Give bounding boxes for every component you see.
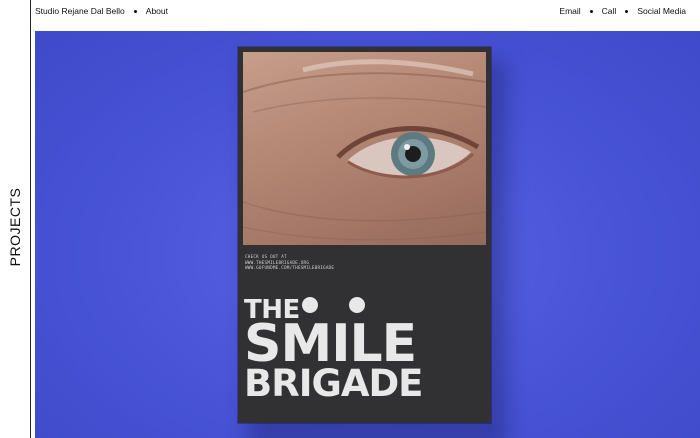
- separator-dot: [589, 9, 593, 13]
- projects-link[interactable]: PROJECTS: [7, 188, 23, 267]
- eye-illustration: [243, 59, 486, 241]
- nav-left: Studio Rejane Dal Bello About: [31, 6, 168, 16]
- project-hero-image[interactable]: CHECK US OUT AT WWW.THESMILEBRIGADE.ORG …: [35, 31, 700, 438]
- about-link[interactable]: About: [146, 6, 168, 16]
- nav-right: Email Call Social Media: [559, 6, 700, 16]
- studio-home-link[interactable]: Studio Rejane Dal Bello: [35, 6, 125, 16]
- separator-dot: [625, 9, 629, 13]
- poster-title: THE SMILE BRIGADE: [244, 297, 488, 405]
- smile-eye-dot-left: [302, 297, 318, 313]
- call-link[interactable]: Call: [602, 6, 617, 16]
- top-nav: Studio Rejane Dal Bello About Email Call…: [31, 0, 700, 22]
- smile-eye-dot-right: [349, 297, 365, 313]
- poster: CHECK US OUT AT WWW.THESMILEBRIGADE.ORG …: [238, 47, 491, 423]
- left-rail: PROJECTS: [0, 0, 31, 438]
- eye-photo: [243, 52, 486, 245]
- title-smile: SMILE: [244, 314, 417, 374]
- credit-line: WWW.GOFUNDME.COM/THESMILEBRIGADE: [245, 266, 335, 272]
- title-brigade: BRIGADE: [244, 362, 423, 405]
- separator-dot: [133, 9, 137, 13]
- email-link[interactable]: Email: [559, 6, 580, 16]
- social-media-link[interactable]: Social Media: [637, 6, 686, 16]
- poster-credits: CHECK US OUT AT WWW.THESMILEBRIGADE.ORG …: [245, 255, 334, 272]
